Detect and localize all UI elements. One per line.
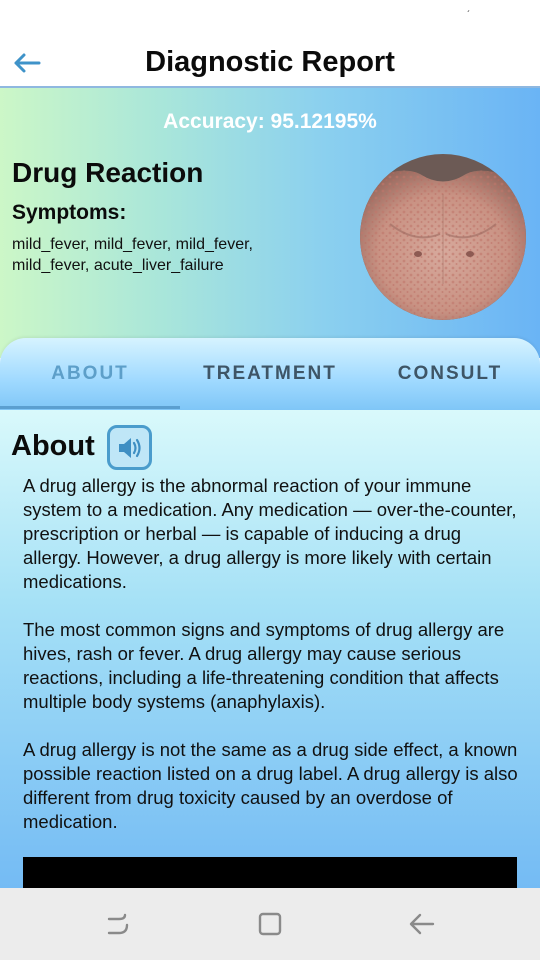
symptoms-list: mild_fever, mild_fever, mild_fever, mild… xyxy=(12,236,253,274)
system-back-button[interactable] xyxy=(402,906,442,942)
system-nav-bar xyxy=(0,888,540,960)
video-player[interactable] xyxy=(23,857,517,888)
about-panel[interactable]: About A drug allergy is the abnormal rea… xyxy=(0,410,540,888)
about-body: A drug allergy is the abnormal reaction … xyxy=(23,474,523,858)
about-paragraph-1: A drug allergy is the abnormal reaction … xyxy=(23,475,517,592)
about-paragraph-2: The most common signs and symptoms of dr… xyxy=(23,619,505,712)
read-aloud-button[interactable] xyxy=(107,425,152,470)
tab-about[interactable]: ABOUT xyxy=(0,338,180,410)
tab-consult[interactable]: CONSULT xyxy=(360,338,540,410)
about-heading: About xyxy=(11,430,95,462)
home-button[interactable] xyxy=(250,906,290,942)
symptoms-label: Symptoms: xyxy=(12,201,127,224)
status-bar: ˊ xyxy=(0,0,540,36)
active-tab-indicator xyxy=(0,406,180,409)
signal-icon: ˊ xyxy=(466,10,470,21)
tab-bar: ABOUT TREATMENT CONSULT xyxy=(0,338,540,410)
recents-icon xyxy=(107,913,129,935)
about-paragraph-3: A drug allergy is not the same as a drug… xyxy=(23,739,518,832)
app-bar: Diagnostic Report xyxy=(0,36,540,88)
back-icon xyxy=(409,913,435,935)
accuracy-label: Accuracy: 95.12195% xyxy=(163,110,377,133)
recents-button[interactable] xyxy=(98,906,138,942)
result-header: Accuracy: 95.12195% Drug Reaction Sympto… xyxy=(0,88,540,358)
speaker-icon xyxy=(118,437,141,458)
home-icon xyxy=(258,912,282,936)
skin-photo xyxy=(360,154,526,320)
page-title: Diagnostic Report xyxy=(145,46,395,78)
disease-name: Drug Reaction xyxy=(12,157,204,188)
tab-treatment[interactable]: TREATMENT xyxy=(180,338,360,410)
